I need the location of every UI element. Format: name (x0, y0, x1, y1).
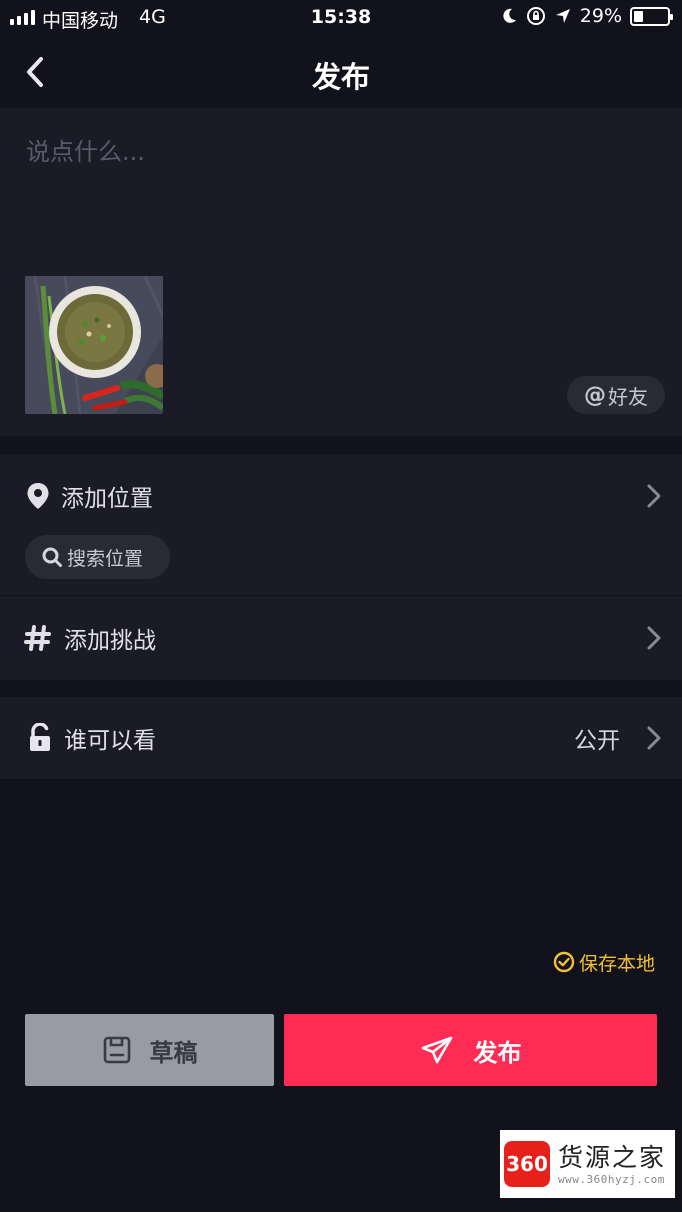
watermark-name: 货源之家 (558, 1142, 667, 1172)
signal-icon (10, 9, 35, 25)
search-icon (42, 547, 62, 567)
add-location-label: 添加位置 (61, 486, 153, 512)
mention-friends-button[interactable]: @ 好友 (567, 376, 665, 414)
draft-button[interactable]: 草稿 (25, 1014, 274, 1086)
check-circle-icon (553, 951, 575, 973)
location-pin-icon (24, 482, 52, 510)
privacy-value: 公开 (574, 728, 620, 754)
draft-icon (103, 1036, 130, 1064)
nav-bar: 发布 (0, 36, 682, 108)
chevron-right-icon (647, 484, 661, 508)
publish-button[interactable]: 发布 (284, 1014, 657, 1086)
add-location-row[interactable]: 添加位置 (0, 456, 682, 536)
mention-label: 好友 (608, 384, 648, 409)
back-button[interactable] (24, 52, 60, 92)
caption-input[interactable] (26, 132, 646, 172)
at-icon: @ (584, 382, 606, 408)
status-right-group: 29% (500, 5, 673, 27)
search-location-button[interactable]: 搜索位置 (25, 535, 170, 579)
compose-card: @ 好友 (0, 108, 682, 436)
add-challenge-row[interactable]: 添加挑战 (0, 598, 682, 678)
chevron-right-icon (647, 626, 661, 650)
send-icon (421, 1036, 452, 1064)
watermark-text: 货源之家 www.360hyzj.com (558, 1143, 666, 1186)
battery-icon (630, 6, 673, 26)
save-local-label: 保存本地 (578, 952, 655, 975)
page-title: 发布 (311, 60, 370, 94)
watermark-logo: 360 (504, 1141, 550, 1187)
privacy-section: 谁可以看 公开 (0, 697, 682, 779)
chevron-right-icon (647, 726, 661, 750)
rotation-lock-icon (526, 7, 545, 25)
add-challenge-label: 添加挑战 (64, 628, 156, 654)
watermark-url: www.360hyzj.com (558, 1172, 665, 1186)
hashtag-icon (24, 624, 52, 652)
chevron-left-icon (27, 57, 43, 87)
battery-percent: 29% (579, 5, 622, 27)
who-can-view-label: 谁可以看 (64, 728, 156, 754)
location-arrow-icon (555, 9, 570, 23)
draft-label: 草稿 (149, 1038, 198, 1067)
unlock-icon (26, 723, 54, 752)
section-divider (0, 595, 682, 596)
battery-fill (634, 10, 643, 22)
network-type: 4G (139, 6, 166, 28)
soup-photo (25, 276, 163, 414)
publish-label: 发布 (473, 1038, 522, 1067)
carrier-name: 中国移动 (42, 10, 119, 32)
save-local-toggle[interactable]: 保存本地 (553, 949, 655, 975)
search-location-label: 搜索位置 (67, 547, 144, 570)
status-bar: 中国移动 4G 15:38 29% (0, 0, 682, 36)
watermark: 360 货源之家 www.360hyzj.com (500, 1130, 675, 1198)
video-thumbnail[interactable] (25, 276, 163, 414)
moon-icon (503, 8, 516, 23)
who-can-view-row[interactable]: 谁可以看 公开 (0, 698, 682, 778)
location-challenge-section: 添加位置 搜索位置 添加挑战 (0, 454, 682, 680)
